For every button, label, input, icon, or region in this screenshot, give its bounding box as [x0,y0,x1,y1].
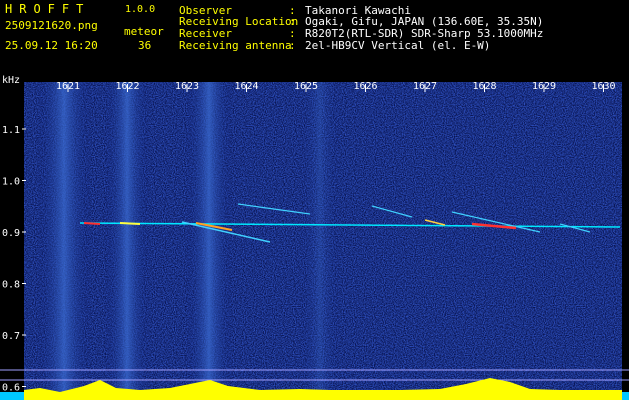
antenna-label: Receiving antenna [179,39,292,52]
x-tick-label: 1624 [234,81,258,92]
y-tick-label: 1.1 [2,125,20,136]
x-tick-label: 1630 [591,81,615,92]
detection-label: meteor [124,25,164,38]
y-tick-label: 1.0 [2,177,20,188]
header-panel: HROFFT 1.0.0 2509121620.png meteor 25.09… [0,0,629,72]
y-axis-ticks: 1.1 1.0 0.9 0.8 0.7 0.6 [2,125,26,394]
spectrogram: 1.1 1.0 0.9 0.8 0.7 0.6 1621 1622 1623 1624 1625 1… [0,75,629,400]
app-logo: HROFFT [5,2,91,16]
meteor-echo [119,222,141,225]
detection-count: 36 [138,39,152,52]
x-tick-label: 1627 [413,81,437,92]
x-tick-label: 1629 [532,81,556,92]
y-tick-label: 0.6 [2,383,20,394]
x-tick-label: 1625 [294,81,318,92]
y-tick-label: 0.9 [2,228,20,239]
file-name: 2509121620.png [5,19,98,32]
x-tick-label: 1628 [472,81,496,92]
x-tick-label: 1626 [353,81,377,92]
capture-datetime: 25.09.12 16:20 [5,39,98,52]
x-tick-label: 1621 [56,81,80,92]
app-version: 1.0.0 [125,4,156,15]
antenna-value: 2el-HB9CV Vertical (el. E-W) [305,39,491,52]
y-axis-unit: kHz [2,75,20,86]
noise-band [104,82,150,394]
noise-band [185,82,233,394]
x-tick-label: 1622 [115,81,139,92]
noise-band [300,82,340,394]
noise-band [36,82,92,394]
x-tick-label: 1623 [175,81,199,92]
y-tick-label: 0.7 [2,331,20,342]
antenna-sep: : [289,39,296,52]
meteor-echo [83,222,101,225]
y-tick-label: 0.8 [2,280,20,291]
